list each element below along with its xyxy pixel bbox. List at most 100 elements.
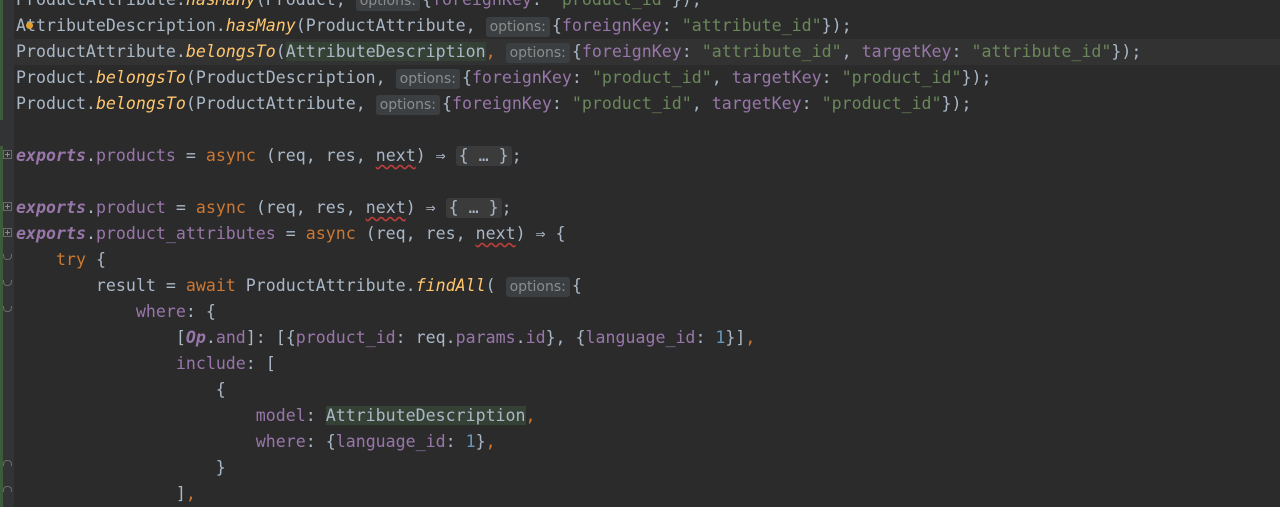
code-line[interactable]: try { (16, 247, 1280, 273)
code-line[interactable]: exports.product_attributes = async (req,… (16, 221, 1280, 247)
fold-expand-icon[interactable] (3, 202, 12, 211)
code-token: ProductAttribute. (245, 276, 416, 295)
property-token: language_id (335, 432, 446, 451)
string-token: "attribute_id" (971, 42, 1112, 61)
property-token: targetKey (711, 94, 802, 113)
code-token: } (16, 458, 226, 477)
code-line[interactable]: ProductAttribute.hasMany(Product, option… (16, 0, 1280, 13)
keyword-token: async (205, 146, 266, 165)
code-token: Product. (16, 94, 96, 113)
fold-collapse-icon[interactable] (3, 306, 12, 314)
code-line[interactable]: exports.product = async (req, res, next)… (16, 195, 1280, 221)
keyword-token: , (485, 42, 506, 61)
parameter-hint[interactable]: options: (355, 0, 420, 11)
fold-end-icon[interactable] (3, 484, 12, 492)
property-token: and (215, 328, 246, 347)
code-token: : (532, 0, 552, 9)
code-token: : (951, 42, 972, 61)
fold-expand-icon[interactable] (3, 150, 12, 159)
property-token: params (455, 328, 516, 347)
code-token: { (95, 250, 106, 269)
fold-end-icon[interactable] (3, 458, 12, 466)
code-line[interactable]: where: { (16, 299, 1280, 325)
function-token: hasMany (225, 16, 296, 35)
property-token: where (255, 432, 306, 451)
code-token: }, { (545, 328, 586, 347)
code-token: ( (275, 42, 286, 61)
exports-token: exports (16, 146, 86, 165)
code-editor[interactable]: ProductAttribute. hasMany (Product, option… (0, 0, 1280, 507)
parameter-hint[interactable]: options: (485, 17, 550, 37)
code-token: { (422, 0, 432, 9)
code-token: ) ⇒ (415, 146, 456, 165)
property-token: product_id (295, 328, 396, 347)
code-line[interactable]: include: [ (16, 351, 1280, 377)
code-token: : { (185, 302, 216, 321)
code-line[interactable]: { (16, 377, 1280, 403)
code-token: (req, res, (365, 224, 476, 243)
string-token: "product_id" (821, 94, 942, 113)
vcs-change-marker[interactable] (0, 146, 3, 507)
string-token: "attribute_id" (681, 16, 822, 35)
code-line[interactable]: } (16, 455, 1280, 481)
folded-block[interactable]: { … } (445, 198, 502, 218)
parameter-hint[interactable]: options: (375, 95, 440, 115)
code-token: : (571, 68, 592, 87)
property-token: include (175, 354, 246, 373)
code-line[interactable] (16, 117, 1280, 143)
code-token: (ProductAttribute, (185, 94, 376, 113)
code-token: . (85, 224, 96, 243)
code-token: ; (511, 146, 522, 165)
code-token: { (461, 68, 472, 87)
operator-token: Op (185, 328, 206, 347)
function-token: belongsTo (95, 94, 186, 113)
keyword-token: , (525, 406, 536, 425)
fold-collapse-icon[interactable] (3, 280, 12, 288)
code-token: ProductAttribute. (16, 42, 186, 61)
code-line[interactable] (16, 169, 1280, 195)
code-token: (ProductDescription, (185, 68, 396, 87)
code-line[interactable]: exports.products = async (req, res, next… (16, 143, 1280, 169)
code-token: = (175, 146, 206, 165)
code-token: }); (821, 16, 852, 35)
code-line[interactable]: ProductAttribute.belongsTo(AttributeDesc… (14, 39, 1280, 65)
keyword-token: async (305, 224, 366, 243)
code-token: } (475, 432, 486, 451)
parameter-hint[interactable]: options: (395, 69, 460, 89)
code-line[interactable]: [Op.and]: [{product_id: req.params.id}, … (16, 325, 1280, 351)
code-line[interactable]: result = await ProductAttribute.findAll(… (16, 273, 1280, 299)
code-line[interactable]: ], (16, 481, 1280, 507)
highlighted-identifier: AttributeDescription (325, 406, 526, 425)
code-token: : (445, 432, 466, 451)
code-token: { (551, 16, 562, 35)
folded-block[interactable]: { … } (455, 146, 512, 166)
intention-bulb-icon[interactable] (26, 22, 33, 29)
keyword-token: async (195, 198, 256, 217)
code-line[interactable]: AttributeDescription.hasMany(ProductAttr… (16, 13, 1280, 39)
exports-token: exports (16, 224, 86, 243)
property-token: model (255, 406, 306, 425)
code-token: : (801, 94, 822, 113)
code-token: { (16, 380, 226, 399)
code-token: : (695, 328, 716, 347)
code-line[interactable]: model: AttributeDescription, (16, 403, 1280, 429)
vcs-change-marker[interactable] (0, 0, 3, 120)
code-line[interactable]: Product.belongsTo(ProductDescription, op… (16, 65, 1280, 91)
parameter-hint[interactable]: options: (505, 43, 570, 63)
code-token: ( (485, 276, 506, 295)
code-line[interactable]: where: {language_id: 1}, (16, 429, 1280, 455)
fold-collapse-icon[interactable] (3, 228, 12, 237)
code-token: [ (16, 328, 186, 347)
code-token: : (551, 94, 572, 113)
code-token: AttributeDescription. (16, 16, 226, 35)
code-token: = (165, 198, 196, 217)
code-token: : { (305, 432, 336, 451)
code-token: (req, res, (255, 198, 366, 217)
unused-param-token: next (365, 198, 406, 217)
code-token: : (681, 42, 702, 61)
code-token: (Product, (256, 0, 356, 9)
parameter-hint[interactable]: options: (505, 277, 570, 297)
code-line[interactable]: Product.belongsTo(ProductAttribute, opti… (16, 91, 1280, 117)
code-token: Product. (16, 68, 96, 87)
fold-collapse-icon[interactable] (3, 254, 12, 262)
